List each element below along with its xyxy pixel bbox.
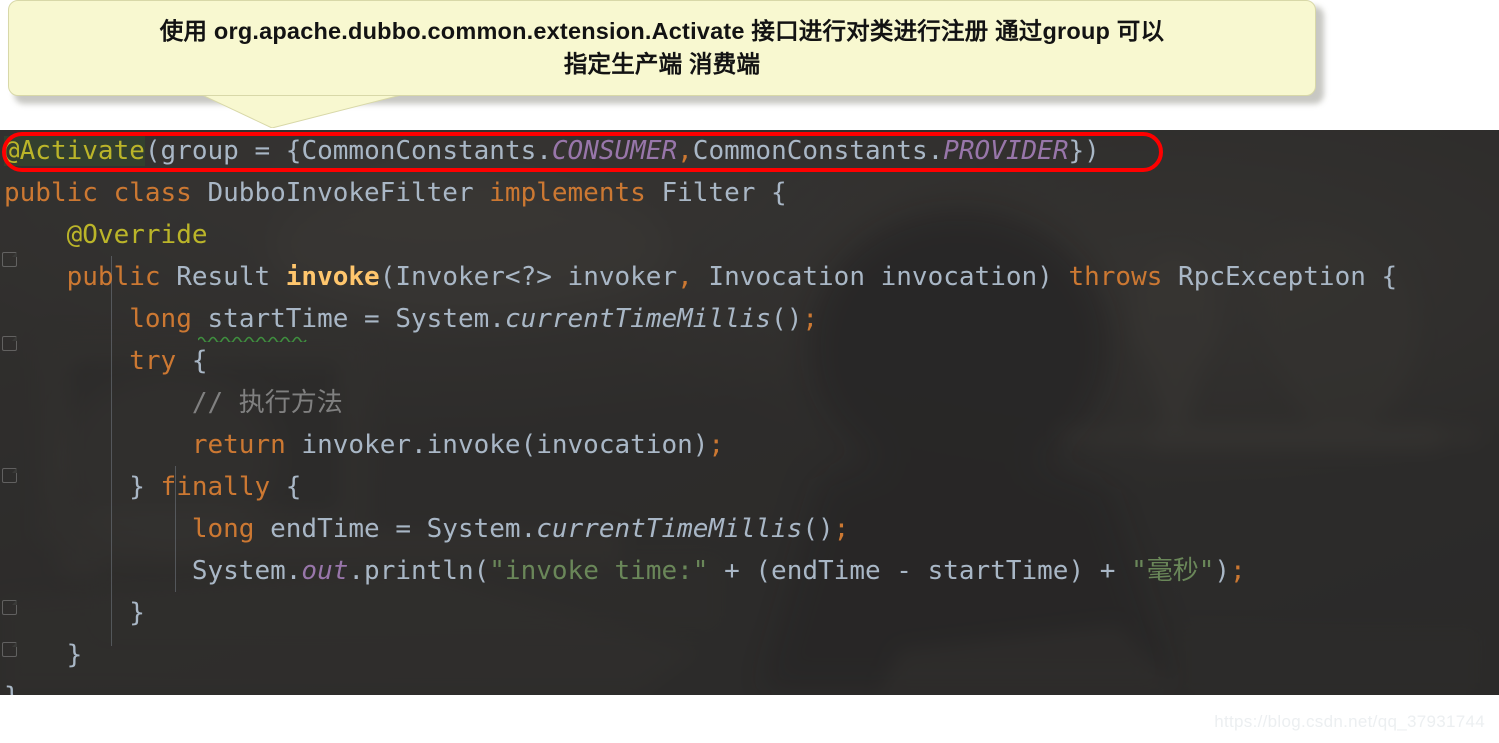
watermark-url: https://blog.csdn.net/qq_37931744 [1214, 712, 1485, 731]
code-token: System. [191, 556, 302, 586]
code-token: implements [489, 178, 662, 208]
code-token: () [771, 304, 803, 334]
code-token: Invocation invocation) [692, 262, 1069, 292]
code-token: return [191, 430, 302, 460]
line-println[interactable]: System.out.println("invoke time:" + (end… [0, 550, 1499, 592]
code-token: finally [160, 472, 286, 502]
code-token: ; [1230, 556, 1246, 586]
code-token: out [301, 556, 349, 586]
line-return-invoke[interactable]: return invoker.invoke(invocation); [0, 424, 1499, 466]
line-finally[interactable]: } finally { [0, 466, 1499, 508]
error-squiggle-underline [198, 336, 307, 342]
code-token: DubboInvokeFilter [207, 178, 490, 208]
line-close-finally[interactable]: } [0, 592, 1499, 634]
code-token: + (endTime - startTime) + [708, 556, 1132, 586]
code-token: "invoke time:" [489, 556, 709, 586]
screenshot-root: 使用 org.apache.dubbo.common.extension.Act… [0, 0, 1499, 743]
callout-tail-icon [200, 94, 406, 128]
code-token: ; [802, 304, 819, 334]
code-token: (Invoker<?> invoker [379, 262, 678, 292]
line-override-annotation[interactable]: @Override [0, 214, 1499, 256]
callout-text: 使用 org.apache.dubbo.common.extension.Act… [8, 0, 1316, 96]
code-token: { [285, 472, 302, 502]
code-token: () [802, 514, 834, 544]
code-token: public [66, 262, 177, 292]
code-token: endTime = System. [270, 514, 537, 544]
code-token: currentTimeMillis [536, 514, 803, 544]
code-token: long [129, 304, 208, 334]
line-try[interactable]: try { [0, 340, 1499, 382]
line-comment-execute[interactable]: // 执行方法 [0, 382, 1499, 424]
code-token: RpcException { [1178, 262, 1398, 292]
code-token: } [129, 598, 145, 628]
code-token: } [66, 640, 83, 670]
code-token: } [129, 472, 161, 502]
code-token: Result [176, 262, 286, 292]
code-token: startTime = System. [207, 304, 505, 334]
code-token: ) [1214, 556, 1231, 586]
code-token: public class [4, 178, 208, 208]
line-end-time[interactable]: long endTime = System.currentTimeMillis(… [0, 508, 1499, 550]
code-token: try [129, 346, 192, 376]
code-token: Filter { [661, 178, 787, 208]
code-text[interactable]: @Activate(group = {CommonConstants.CONSU… [0, 130, 1499, 695]
line-close-method[interactable]: } [0, 634, 1499, 676]
code-token: throws [1068, 262, 1179, 292]
code-editor[interactable]: @Activate(group = {CommonConstants.CONSU… [0, 130, 1499, 695]
code-token: invoke [285, 262, 380, 292]
code-token: { [191, 346, 208, 376]
code-token: "毫秒" [1131, 556, 1215, 586]
callout-line-2: 指定生产端 消费端 [563, 51, 761, 77]
line-close-class[interactable]: } [0, 676, 1499, 695]
callout-bubble: 使用 org.apache.dubbo.common.extension.Act… [0, 0, 1340, 128]
code-token: // 执行方法 [191, 388, 343, 418]
code-token: ; [833, 514, 850, 544]
code-token: , [677, 262, 693, 292]
red-highlight-ring [2, 132, 1163, 172]
line-class-declaration[interactable]: public class DubboInvokeFilter implement… [0, 172, 1499, 214]
code-token: long [191, 514, 271, 544]
code-token: .println( [348, 556, 490, 586]
code-token: } [4, 682, 20, 695]
code-token: currentTimeMillis [504, 304, 772, 334]
line-invoke-signature[interactable]: public Result invoke(Invoker<?> invoker,… [0, 256, 1499, 298]
callout-line-1: 使用 org.apache.dubbo.common.extension.Act… [159, 18, 1165, 44]
code-token: @Override [66, 220, 208, 250]
code-token: invoker.invoke(invocation) [301, 430, 709, 460]
code-token: ; [708, 430, 725, 460]
